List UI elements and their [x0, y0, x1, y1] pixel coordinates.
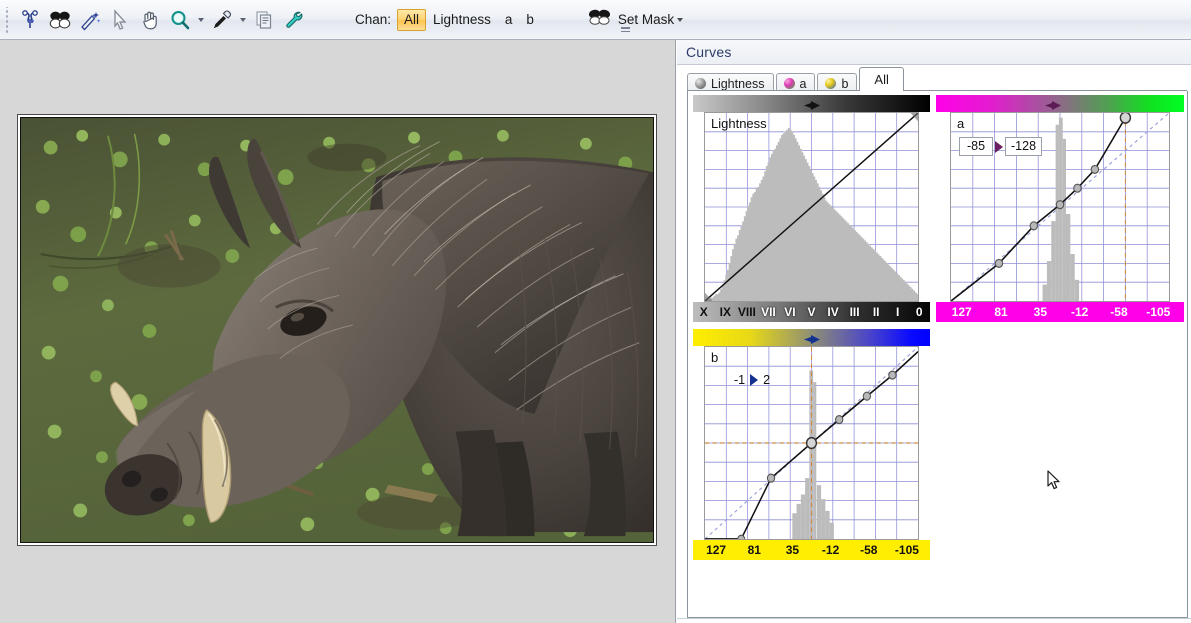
channel-selector: Chan: All Lightness a b: [355, 8, 541, 31]
mask-glasses-icon: [587, 8, 613, 31]
lightness-tick-7: III: [849, 305, 860, 319]
channel-label: Chan:: [355, 12, 392, 27]
b-tick-1: 81: [747, 543, 761, 557]
zoom-dropdown-chevron-down-icon[interactable]: [195, 6, 207, 34]
lightness-tick-1: IX: [719, 305, 731, 319]
eyedropper-dropdown-chevron-down-icon[interactable]: [237, 6, 249, 34]
wrench-settings-icon[interactable]: [279, 5, 309, 35]
a-value-arrow-icon: [995, 140, 1003, 153]
mask-glasses-icon[interactable]: [45, 5, 75, 35]
page-title: Curves: [686, 44, 732, 60]
b-value-from[interactable]: -1: [731, 373, 748, 387]
b-tick-0: 127: [706, 543, 727, 557]
tab-a-label: a: [799, 76, 807, 91]
a-tick-5: -105: [1146, 305, 1171, 319]
lightness-axis-labels: X IX VIII VII VI V IV III II I 0: [693, 302, 930, 322]
channel-option-lightness[interactable]: Lightness: [426, 9, 498, 31]
channel-option-b[interactable]: b: [519, 9, 541, 31]
curves-panel: Curves Lightness a b All Lightness X IX …: [677, 40, 1191, 623]
a-plot-label: a: [957, 116, 965, 131]
lightness-tick-10: 0: [915, 305, 923, 319]
a-plot[interactable]: a -85 -128: [950, 112, 1170, 302]
lightness-curve-quadrant[interactable]: Lightness X IX VIII VII VI V IV III II I…: [693, 95, 930, 324]
lightness-gradient-bar[interactable]: [693, 95, 930, 112]
a-curve-quadrant[interactable]: a -85 -128 127 81 35 -12 -58 -105: [936, 95, 1184, 324]
b-value-to[interactable]: 2: [760, 373, 773, 387]
a-gradient-bar[interactable]: [936, 95, 1184, 112]
lightness-tick-2: VIII: [737, 305, 756, 319]
a-tick-0: 127: [951, 305, 972, 319]
magic-wand-icon[interactable]: [75, 5, 105, 35]
curves-panel-body: Lightness X IX VIII VII VI V IV III II I…: [687, 91, 1188, 618]
a-value-readout: -85 -128: [959, 137, 1043, 156]
sphere-gray-icon: [695, 78, 706, 89]
warthog-photo[interactable]: [20, 117, 654, 543]
set-mask-chevron-down-icon[interactable]: [677, 17, 684, 22]
application-window: Chan: All Lightness a b Set Mask Curves …: [0, 0, 1191, 623]
sphere-yellow-blue-icon: [825, 78, 837, 89]
panel-bottom-bar: [677, 618, 1191, 623]
b-curve-quadrant[interactable]: b -1 2 127 81 35 -12 -58 -105: [693, 329, 930, 562]
b-gradient-bar[interactable]: [693, 329, 930, 346]
lightness-plot[interactable]: Lightness: [704, 112, 919, 302]
main-toolbar: Chan: All Lightness a b Set Mask: [0, 0, 1191, 40]
a-gradient-marker[interactable]: [1044, 98, 1062, 110]
b-gradient-marker[interactable]: [803, 332, 821, 344]
b-plot[interactable]: b -1 2: [704, 346, 919, 540]
a-plot-frame: a -85 -128: [936, 112, 1184, 302]
b-value-readout: -1 2: [731, 373, 773, 387]
b-axis-labels: 127 81 35 -12 -58 -105: [693, 540, 930, 560]
b-tick-4: -58: [860, 543, 878, 557]
lightness-tick-8: II: [872, 305, 880, 319]
channel-option-a[interactable]: a: [498, 9, 520, 31]
b-value-arrow-icon: [750, 374, 759, 386]
channel-option-all[interactable]: All: [397, 8, 427, 31]
lightness-tick-9: I: [896, 305, 900, 319]
set-mask-button[interactable]: Set Mask: [587, 8, 684, 31]
zoom-magnifier-icon[interactable]: [165, 5, 195, 35]
lightness-tick-3: VII: [761, 305, 776, 319]
a-tick-2: 35: [1033, 305, 1047, 319]
sphere-magenta-green-icon: [783, 78, 795, 89]
tab-all-label: All: [874, 72, 889, 87]
a-tick-4: -58: [1110, 305, 1128, 319]
empty-quadrant: [936, 329, 1184, 562]
b-tick-5: -105: [894, 543, 919, 557]
curves-panel-titlebar: Curves: [677, 40, 1191, 65]
lightness-tick-5: V: [807, 305, 816, 319]
tab-lightness-label: Lightness: [711, 76, 765, 91]
lightness-gradient-marker[interactable]: [803, 98, 821, 110]
eyedropper-icon[interactable]: [207, 5, 237, 35]
photo-frame: [17, 114, 657, 546]
image-canvas-area[interactable]: [0, 40, 676, 623]
curves-tabstrip: Lightness a b All: [687, 67, 1187, 93]
lightness-tick-4: VI: [784, 305, 796, 319]
hand-pan-icon[interactable]: [135, 5, 165, 35]
a-tick-3: -12: [1070, 305, 1089, 319]
lightness-plot-label: Lightness: [711, 116, 767, 131]
a-value-to[interactable]: -128: [1005, 137, 1043, 156]
copy-pages-icon[interactable]: [249, 5, 279, 35]
b-tick-3: -12: [821, 543, 840, 557]
tab-all[interactable]: All: [859, 67, 904, 91]
a-value-from[interactable]: -85: [959, 137, 993, 156]
b-tick-2: 35: [785, 543, 800, 557]
lightness-plot-frame: Lightness: [693, 112, 930, 302]
tab-b-label: b: [841, 76, 849, 91]
clone-stamp-icon[interactable]: [15, 5, 45, 35]
a-tick-1: 81: [994, 305, 1008, 319]
toolbar-drag-grip[interactable]: [4, 6, 12, 33]
pointer-arrow-icon[interactable]: [105, 5, 135, 35]
lightness-tick-0: X: [699, 305, 708, 319]
toolbar-overflow-button[interactable]: [619, 8, 631, 34]
a-axis-labels: 127 81 35 -12 -58 -105: [936, 302, 1184, 322]
lightness-tick-6: IV: [827, 305, 839, 319]
b-plot-label: b: [711, 350, 719, 365]
b-plot-frame: b -1 2: [693, 346, 930, 540]
